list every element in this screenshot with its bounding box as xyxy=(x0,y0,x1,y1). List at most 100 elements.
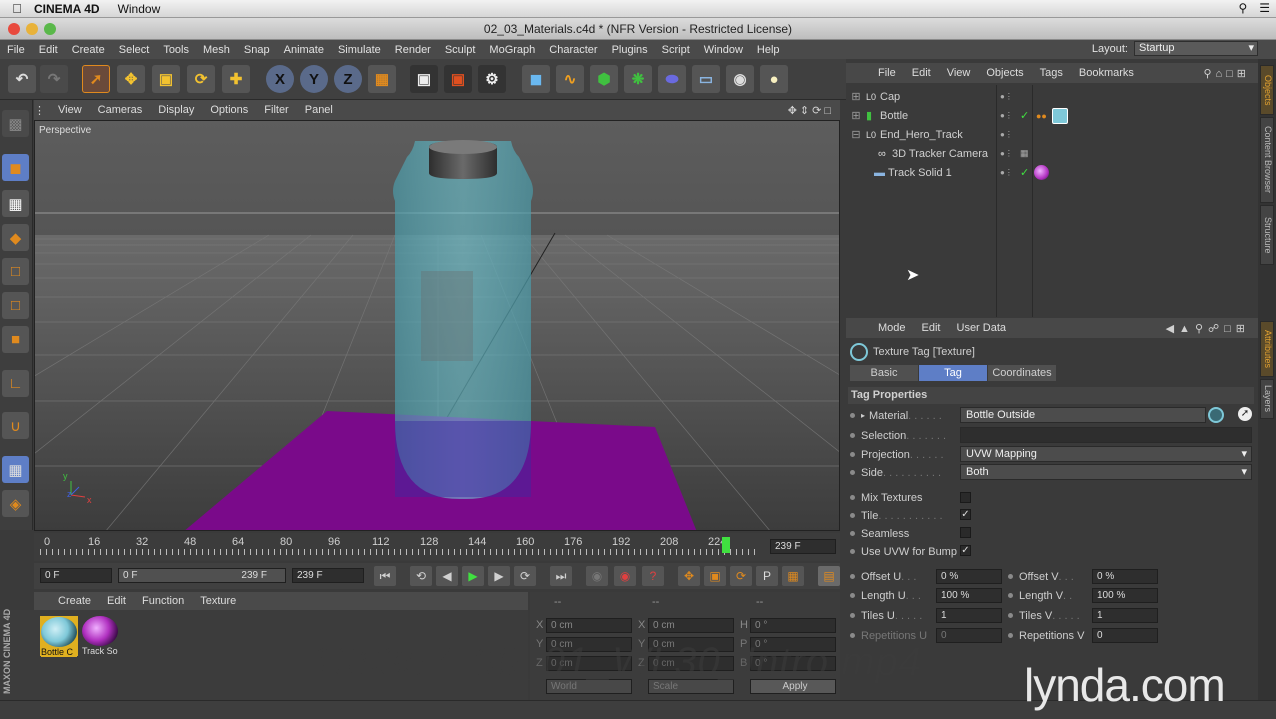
record-disabled-icon[interactable]: ◉ xyxy=(586,566,608,586)
offset-v-field[interactable]: 0 % xyxy=(1092,569,1158,584)
side-tab-layers[interactable]: Layers xyxy=(1260,379,1274,419)
record-active-objects-icon[interactable]: ◉ xyxy=(614,566,636,586)
attr-menu-mode[interactable]: Mode xyxy=(870,322,914,334)
next-frame-icon[interactable]: ▶ xyxy=(488,566,510,586)
visibility-dots-icon[interactable]: ●⋮ xyxy=(1000,111,1013,120)
notification-list-icon[interactable]: ☰ xyxy=(1259,1,1270,15)
play-icon[interactable]: ▶ xyxy=(462,566,484,586)
material-swatch-bottle[interactable]: Bottle C xyxy=(40,616,78,657)
current-frame-field[interactable]: 0 F xyxy=(40,568,112,583)
menu-animate[interactable]: Animate xyxy=(277,44,331,56)
menu-file[interactable]: File xyxy=(0,44,32,56)
menu-snap[interactable]: Snap xyxy=(237,44,277,56)
floor-icon[interactable]: ▭ xyxy=(692,65,720,93)
locked-workplane-icon[interactable]: ◈ xyxy=(2,490,29,517)
perspective-viewport[interactable]: Perspective y z x xyxy=(34,120,840,531)
mix-textures-checkbox[interactable] xyxy=(960,492,971,503)
material-menu-create[interactable]: Create xyxy=(50,595,99,607)
viewport-menu-view[interactable]: View xyxy=(50,104,90,116)
menu-mograph[interactable]: MoGraph xyxy=(482,44,542,56)
scale-tool-icon[interactable]: ▣ xyxy=(152,65,180,93)
repetitions-u-field[interactable]: 0 xyxy=(936,628,1002,643)
object-menu-view[interactable]: View xyxy=(939,67,979,79)
make-editable-icon[interactable]: ▩ xyxy=(2,110,29,137)
record-scale-icon[interactable]: ▣ xyxy=(704,566,726,586)
menu-script[interactable]: Script xyxy=(655,44,697,56)
max-frame-field[interactable]: 239 F xyxy=(292,568,364,583)
x-axis-lock-icon[interactable]: X xyxy=(266,65,294,93)
size-x-field[interactable]: 0 cm xyxy=(648,618,734,633)
material-swatch-track-solid[interactable]: Track So xyxy=(82,616,120,656)
viewport-menu-display[interactable]: Display xyxy=(150,104,202,116)
material-link-field[interactable]: Bottle Outside xyxy=(960,407,1206,423)
side-tab-content-browser[interactable]: Content Browser xyxy=(1260,117,1274,203)
object-manager-search-icons[interactable]: ⚲⌂□⊞ xyxy=(1203,67,1250,80)
material-tag-icon[interactable] xyxy=(1034,165,1049,180)
position-x-field[interactable]: 0 cm xyxy=(546,618,632,633)
points-mode-icon[interactable]: □ xyxy=(2,258,29,285)
undo-icon[interactable]: ↶ xyxy=(8,65,36,93)
object-row-cap[interactable]: ⊞ L0 Cap ●⋮ xyxy=(846,87,1258,106)
object-name[interactable]: Bottle xyxy=(880,110,908,122)
texture-tag-icon[interactable] xyxy=(1052,107,1068,124)
previous-frame-icon[interactable]: ◀ xyxy=(436,566,458,586)
record-pla-icon[interactable]: ▦ xyxy=(782,566,804,586)
redo-icon[interactable]: ↷ xyxy=(40,65,68,93)
timeline-ruler[interactable]: 0 16 32 48 64 80 96 112 128 144 160 176 … xyxy=(34,533,840,561)
seamless-checkbox[interactable] xyxy=(960,527,971,538)
length-v-field[interactable]: 100 % xyxy=(1092,588,1158,603)
array-icon[interactable]: ❋ xyxy=(624,65,652,93)
nurbs-icon[interactable]: ⬢ xyxy=(590,65,618,93)
recent-tool-icon[interactable]: ✚ xyxy=(222,65,250,93)
rotate-tool-icon[interactable]: ⟳ xyxy=(187,65,215,93)
deformer-icon[interactable]: ⬬ xyxy=(658,65,686,93)
spotlight-icon[interactable]: ⚲ xyxy=(1238,1,1247,15)
render-view-icon[interactable]: ▣ xyxy=(410,65,438,93)
tab-basic[interactable]: Basic xyxy=(850,365,918,381)
light-icon[interactable]: ● xyxy=(760,65,788,93)
render-settings-icon[interactable]: ⚙ xyxy=(478,65,506,93)
go-to-start-icon[interactable]: ⏮ xyxy=(374,566,396,586)
attr-menu-edit[interactable]: Edit xyxy=(914,322,949,334)
object-name[interactable]: Cap xyxy=(880,91,900,103)
tiles-v-field[interactable]: 1 xyxy=(1092,608,1158,623)
coordinate-system-icon[interactable]: ▦ xyxy=(368,65,396,93)
go-to-previous-key-icon[interactable]: ⟲ xyxy=(410,566,432,586)
menu-mesh[interactable]: Mesh xyxy=(196,44,237,56)
axis-mode-icon[interactable]: ∟ xyxy=(2,370,29,397)
object-name[interactable]: Track Solid 1 xyxy=(888,167,952,179)
end-frame-field[interactable]: 239 F xyxy=(770,539,836,554)
menu-plugins[interactable]: Plugins xyxy=(605,44,655,56)
apple-icon[interactable]:  xyxy=(0,1,34,16)
menu-window[interactable]: Window xyxy=(697,44,750,56)
timeline-playhead[interactable] xyxy=(722,537,731,553)
selection-field[interactable] xyxy=(960,427,1252,443)
cube-object-icon[interactable]: ◼ xyxy=(522,65,550,93)
object-menu-objects[interactable]: Objects xyxy=(978,67,1031,79)
material-menu-edit[interactable]: Edit xyxy=(99,595,134,607)
tiles-u-field[interactable]: 1 xyxy=(936,608,1002,623)
menu-character[interactable]: Character xyxy=(542,44,604,56)
polygons-mode-icon[interactable]: ■ xyxy=(2,326,29,353)
visibility-dots-icon[interactable]: ●⋮ xyxy=(1000,168,1013,177)
go-to-next-key-icon[interactable]: ⟳ xyxy=(514,566,536,586)
rotation-h-field[interactable]: 0 ° xyxy=(750,618,836,633)
menu-simulate[interactable]: Simulate xyxy=(331,44,388,56)
object-menu-file[interactable]: File xyxy=(870,67,904,79)
menu-edit[interactable]: Edit xyxy=(32,44,65,56)
menu-render[interactable]: Render xyxy=(388,44,438,56)
offset-u-field[interactable]: 0 % xyxy=(936,569,1002,584)
material-menu-texture[interactable]: Texture xyxy=(192,595,244,607)
expand-icon[interactable]: ⊞ xyxy=(846,109,866,122)
live-selection-icon[interactable]: ➚ xyxy=(82,65,110,93)
object-row-3d-tracker-camera[interactable]: ∞ 3D Tracker Camera ●⋮ ▦ xyxy=(846,144,1258,163)
viewport-menu-options[interactable]: Options xyxy=(202,104,256,116)
camera-tag-icon[interactable]: ▦ xyxy=(1020,148,1029,159)
material-preview-icon[interactable] xyxy=(1208,407,1224,423)
go-to-end-icon[interactable]: ⏭ xyxy=(550,566,572,586)
visibility-dots-icon[interactable]: ●⋮ xyxy=(1000,149,1013,158)
length-u-field[interactable]: 100 % xyxy=(936,588,1002,603)
tab-coordinates[interactable]: Coordinates xyxy=(988,365,1056,381)
object-row-track-solid[interactable]: ▬ Track Solid 1 ●⋮ ✓ xyxy=(846,163,1258,182)
record-position-icon[interactable]: ✥ xyxy=(678,566,700,586)
